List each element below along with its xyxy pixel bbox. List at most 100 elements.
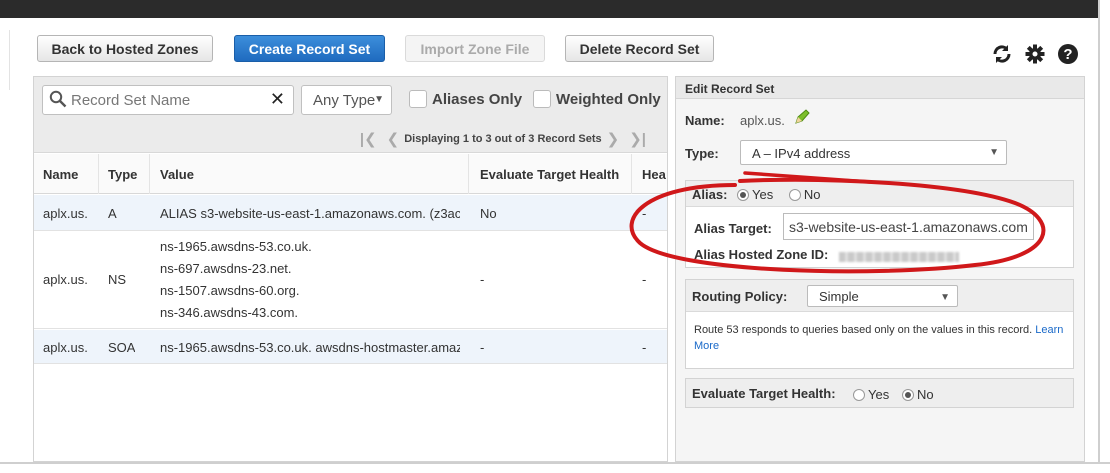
help-icon[interactable]: ? [1057, 43, 1079, 65]
column-divider [98, 154, 99, 194]
next-page-icon[interactable]: ❯ [607, 130, 620, 148]
column-divider [468, 154, 469, 194]
routing-policy-select[interactable]: Simple ▼ [807, 285, 958, 307]
panel-title: Edit Record Set [676, 77, 1084, 99]
row-health-check: - [642, 272, 647, 287]
alias-label: Alias: [692, 187, 728, 202]
weighted-only-checkbox[interactable]: Weighted Only [533, 90, 661, 108]
row-health-check: - [642, 206, 647, 221]
aliases-only-label: Aliases Only [432, 90, 523, 108]
radio-button[interactable] [737, 189, 750, 201]
record-type-select[interactable]: A – IPv4 address ▼ [740, 140, 1007, 165]
row-type: NS [108, 272, 127, 287]
checkbox-box[interactable] [409, 90, 427, 108]
weighted-only-label: Weighted Only [556, 90, 661, 108]
table-row[interactable]: aplx.us. A ALIAS s3-website-us-east-1.am… [34, 195, 667, 231]
clear-search-icon[interactable]: ✕ [270, 89, 285, 110]
prev-page-icon[interactable]: ❮ [387, 130, 400, 148]
record-sets-panel: ✕ Any Type ▼ Aliases Only Weighted Only … [33, 76, 668, 462]
row-value: ns-1965.awsdns-53.co.uk. awsdns-hostmast… [160, 340, 460, 355]
search-icon [49, 90, 67, 111]
alias-hosted-zone-id-redacted [839, 249, 959, 264]
routing-header: Routing Policy: Simple ▼ [686, 280, 1073, 312]
column-header-evaluate-target-health[interactable]: Evaluate Target Health [480, 167, 619, 182]
left-edge-divider [0, 30, 10, 90]
ns-value-line: ns-1507.awsdns-60.org. [160, 283, 300, 298]
evaluate-target-health-section: Evaluate Target Health: Yes No [685, 378, 1074, 408]
radio-button[interactable] [902, 389, 914, 401]
type-label: Type: [685, 146, 719, 161]
row-health-check: - [642, 340, 647, 355]
edit-record-set-panel: Edit Record Set Name: aplx.us. Type: A –… [675, 76, 1085, 462]
window-frame-bottom [0, 462, 1110, 473]
column-header-type[interactable]: Type [108, 167, 137, 182]
column-divider [631, 154, 632, 194]
last-page-icon[interactable]: ❯| [629, 130, 646, 148]
window-frame-right [1098, 0, 1110, 473]
row-evaluate-target-health: - [480, 340, 485, 355]
row-type: SOA [108, 340, 136, 355]
first-page-icon[interactable]: |❮ [360, 130, 377, 148]
alias-header: Alias: Yes No [686, 181, 1073, 207]
row-type: A [108, 206, 117, 221]
radio-button[interactable] [853, 389, 865, 401]
alias-target-input[interactable]: s3-website-us-east-1.amazonaws.com [783, 213, 1034, 240]
pencil-icon[interactable] [794, 109, 810, 128]
routing-policy-section: Routing Policy: Simple ▼ Route 53 respon… [685, 279, 1074, 369]
eval-yes-label: Yes [868, 387, 890, 402]
alias-body: Alias Target: s3-website-us-east-1.amazo… [686, 207, 1073, 267]
eval-no-label: No [917, 387, 934, 402]
import-zone-file-button[interactable]: Import Zone File [405, 35, 545, 62]
routing-policy-label: Routing Policy: [692, 289, 788, 304]
aliases-only-checkbox[interactable]: Aliases Only [409, 90, 522, 108]
svg-text:?: ? [1063, 46, 1072, 63]
routing-description-text: Route 53 responds to queries based only … [694, 324, 1033, 336]
type-filter-select[interactable]: Any Type ▼ [301, 85, 392, 115]
chevron-down-icon: ▼ [374, 94, 384, 105]
row-evaluate-target-health: - [480, 272, 485, 287]
back-to-hosted-zones-button[interactable]: Back to Hosted Zones [37, 35, 213, 62]
chevron-down-icon: ▼ [989, 147, 999, 158]
eval-yes-radio[interactable]: Yes [853, 387, 889, 402]
gear-icon[interactable] [1024, 43, 1046, 65]
alias-no-radio[interactable]: No [788, 187, 821, 202]
checkbox-box[interactable] [533, 90, 551, 108]
alias-section: Alias: Yes No Alias Target: s3-website-u… [685, 180, 1074, 268]
column-header-value[interactable]: Value [160, 167, 194, 182]
row-evaluate-target-health: No [480, 206, 497, 221]
row-name: aplx.us. [43, 272, 88, 287]
row-name: aplx.us. [43, 340, 88, 355]
chevron-down-icon: ▼ [940, 292, 950, 303]
column-header-health[interactable]: Hea [642, 167, 666, 182]
create-record-set-button[interactable]: Create Record Set [234, 35, 385, 62]
routing-description: Route 53 responds to queries based only … [694, 322, 1069, 354]
record-set-search-input[interactable] [69, 90, 265, 110]
radio-button[interactable] [788, 189, 801, 201]
name-value: aplx.us. [740, 113, 785, 128]
alias-hosted-zone-label: Alias Hosted Zone ID: [694, 247, 829, 262]
evaluate-target-health-label: Evaluate Target Health: [692, 386, 836, 401]
row-value: ALIAS s3-website-us-east-1.amazonaws.com… [160, 206, 460, 221]
refresh-icon[interactable] [991, 43, 1013, 65]
alias-yes-label: Yes [752, 187, 774, 202]
table-header: Name Type Value Evaluate Target Health H… [34, 154, 667, 194]
record-type-value: A – IPv4 address [752, 146, 851, 161]
alias-yes-radio[interactable]: Yes [737, 187, 773, 202]
table-row[interactable]: aplx.us. NS ns-1965.awsdns-53.co.uk. ns-… [34, 232, 667, 329]
table-row[interactable]: aplx.us. SOA ns-1965.awsdns-53.co.uk. aw… [34, 330, 667, 364]
type-filter-value: Any Type [313, 92, 376, 109]
eval-no-radio[interactable]: No [902, 387, 934, 402]
routing-policy-value: Simple [819, 289, 859, 304]
pager-text: Displaying 1 to 3 out of 3 Record Sets [404, 133, 602, 145]
column-divider [149, 154, 150, 194]
row-value: ns-1965.awsdns-53.co.uk. ns-697.awsdns-2… [160, 236, 312, 324]
filter-bar: ✕ Any Type ▼ Aliases Only Weighted Only … [34, 77, 667, 153]
ns-value-line: ns-1965.awsdns-53.co.uk. [160, 239, 312, 254]
search-box[interactable]: ✕ [42, 85, 294, 115]
alias-target-label: Alias Target: [694, 221, 772, 236]
column-header-name[interactable]: Name [43, 167, 78, 182]
pager: |❮ ❮ Displaying 1 to 3 out of 3 Record S… [355, 130, 651, 148]
name-label: Name: [685, 113, 725, 128]
ns-value-line: ns-697.awsdns-23.net. [160, 261, 292, 276]
delete-record-set-button[interactable]: Delete Record Set [565, 35, 714, 62]
